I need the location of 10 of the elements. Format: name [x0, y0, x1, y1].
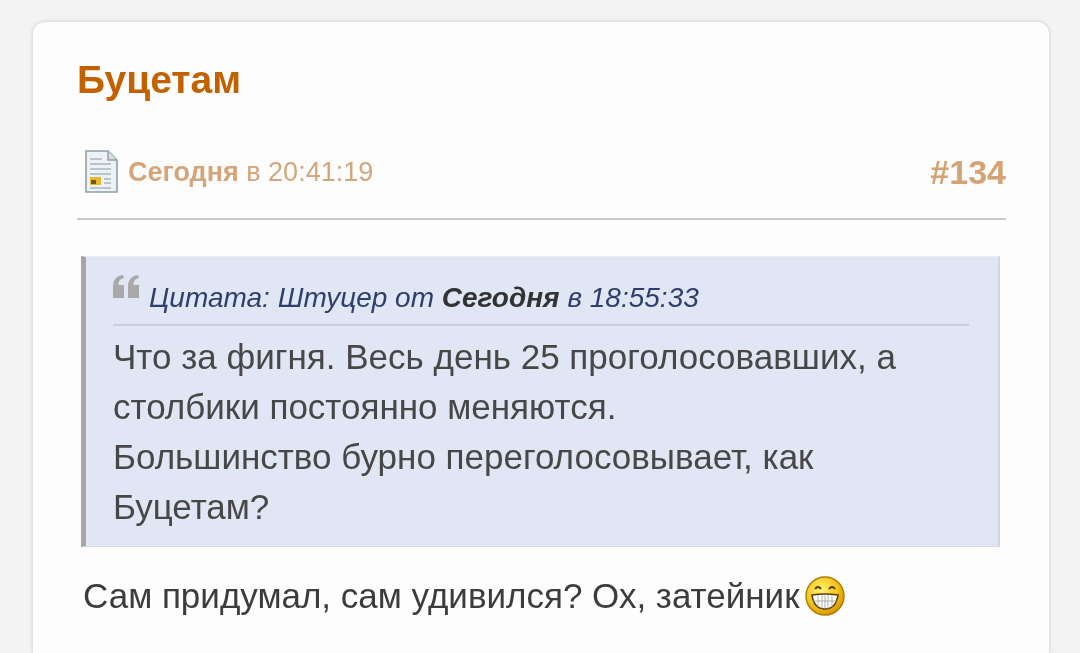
quote-text: Что за фигня. Весь день 25 проголосовавших, а столбики постоянно меняются. [113, 336, 897, 428]
post-date: Сегодня в 20:41:19 [128, 155, 374, 188]
post-title: Буцетам [77, 57, 241, 103]
grinning-smiley-icon [805, 576, 846, 616]
document-icon [84, 150, 118, 193]
quote-text: Большинство бурно переголосовывает, как Буцетам? [113, 436, 815, 528]
quote-header: Цитата: Штуцер от Сегодня в 18:55:33 [149, 281, 699, 315]
quote-mark-icon [113, 275, 140, 298]
post-number-link[interactable]: #134 [930, 151, 1006, 192]
message-text: Сам придумал, сам удивился? Ох, затейник [83, 575, 800, 617]
